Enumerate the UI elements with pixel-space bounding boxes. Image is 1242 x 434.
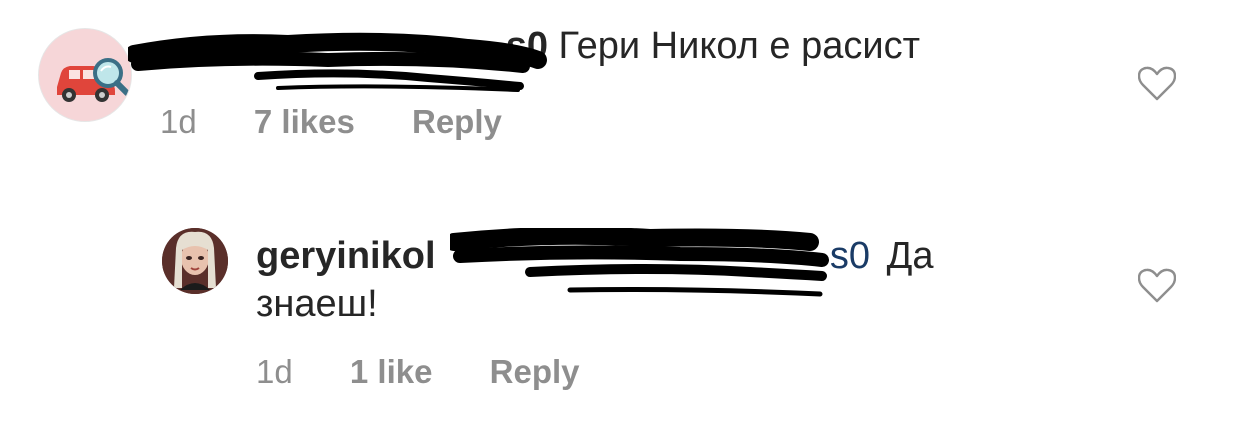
comment-text-line2: знаеш! [256,280,378,328]
redaction-scribble [128,32,547,92]
user-photo-icon [162,228,228,294]
comment-meta: 1d 7 likes Reply [160,102,502,142]
red-car-icon [39,29,131,121]
avatar[interactable] [162,228,228,294]
heart-icon[interactable] [1138,268,1176,304]
comment-username[interactable]: geryinikol [256,235,436,277]
comment-body-line2: знаеш! [256,283,378,325]
comment-body: Гери Никол е расист [548,25,920,67]
likes-count[interactable]: 7 likes [254,103,355,140]
comment-time: 1d [160,103,197,140]
comment-time: 1d [256,353,293,390]
comment-meta: 1d 1 like Reply [256,352,580,392]
avatar[interactable] [38,28,132,122]
heart-icon[interactable] [1138,66,1176,102]
redaction-scribble [450,228,829,297]
likes-count[interactable]: 1 like [350,353,433,390]
comment-body-line1: Да [876,235,934,277]
reply-button[interactable]: Reply [412,103,502,140]
reply-button[interactable]: Reply [490,353,580,390]
